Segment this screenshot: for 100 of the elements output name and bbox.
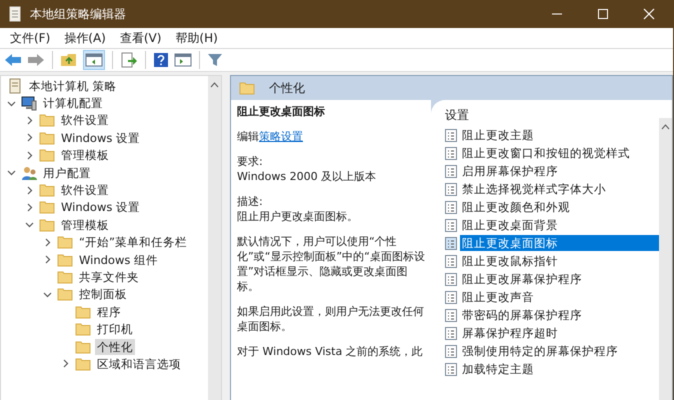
description-text: 阻止用户更改桌面图标。 bbox=[237, 209, 359, 224]
forward-arrow-icon[interactable] bbox=[27, 52, 45, 68]
policy-settings-link[interactable]: 策略设置 bbox=[259, 130, 303, 143]
chevron-down-icon[interactable] bbox=[7, 98, 16, 108]
back-arrow-icon[interactable] bbox=[4, 52, 22, 68]
chevron-right-icon[interactable] bbox=[25, 186, 34, 195]
policy-setting-icon bbox=[445, 236, 457, 250]
setting-item[interactable]: 阻止更改桌面背景 bbox=[460, 217, 659, 233]
tree-item[interactable]: 管理模板 bbox=[59, 216, 111, 233]
chevron-right-icon[interactable] bbox=[25, 116, 34, 125]
folder-icon bbox=[57, 235, 73, 250]
policy-setting-icon bbox=[445, 146, 457, 160]
setting-item[interactable]: 阻止更改主题 bbox=[460, 127, 659, 143]
policy-setting-icon bbox=[445, 218, 457, 232]
scrollbar[interactable] bbox=[659, 118, 672, 400]
menu-item[interactable]: 操作(A) bbox=[64, 30, 106, 46]
tree-item[interactable]: 管理模板 bbox=[59, 147, 111, 164]
chevron-right-icon[interactable] bbox=[61, 359, 70, 368]
folder-up-icon[interactable] bbox=[60, 52, 78, 68]
requirements-label: 要求: bbox=[237, 154, 264, 169]
chevron-down-icon[interactable] bbox=[25, 220, 34, 230]
tree-item[interactable]: 打印机 bbox=[95, 321, 135, 338]
tree-item[interactable]: “开始”菜单和任务栏 bbox=[77, 234, 189, 250]
export-list-icon[interactable] bbox=[120, 52, 138, 68]
policy-setting-icon bbox=[445, 308, 457, 322]
chevron-right-icon[interactable] bbox=[43, 238, 52, 247]
pane-toggle-icon[interactable] bbox=[174, 52, 192, 68]
tree-item[interactable]: 用户配置 bbox=[41, 164, 93, 181]
folder-icon bbox=[239, 81, 255, 95]
description-text: 对于 Windows Vista 之前的系统，此 bbox=[237, 344, 424, 359]
policy-setting-icon bbox=[445, 182, 457, 196]
tree-item[interactable]: Windows 组件 bbox=[77, 252, 160, 268]
tree-item[interactable]: 软件设置 bbox=[59, 182, 111, 198]
policy-setting-icon bbox=[445, 164, 457, 178]
folder-icon bbox=[57, 270, 73, 284]
edit-label: 编辑 bbox=[237, 130, 259, 143]
setting-item[interactable]: 禁止选择视觉样式字体大小 bbox=[460, 181, 659, 197]
tree-item[interactable]: 程序 bbox=[95, 304, 123, 320]
setting-item[interactable]: 阻止更改窗口和按钮的视觉样式 bbox=[460, 145, 659, 161]
policy-setting-icon bbox=[445, 290, 457, 304]
close-icon[interactable] bbox=[643, 8, 655, 20]
menu-item[interactable]: 文件(F) bbox=[10, 30, 50, 46]
description-text: 默认情况下，用户可以使用“个性化”或“显示控制面板”中的“桌面图标设置”对话框显示、隐藏或更改桌面图标。 bbox=[237, 234, 426, 294]
scroll-up-icon[interactable] bbox=[210, 82, 219, 88]
chevron-right-icon[interactable] bbox=[43, 255, 52, 264]
policy-setting-icon bbox=[445, 200, 457, 214]
setting-item[interactable]: 阻止更改鼠标指针 bbox=[460, 253, 659, 269]
tree-item[interactable]: 本地计算机 策略 bbox=[27, 78, 119, 94]
setting-item[interactable]: 启用屏幕保护程序 bbox=[460, 163, 659, 179]
policy-title: 阻止更改桌面图标 bbox=[237, 104, 326, 119]
setting-item[interactable]: 强制使用特定的屏幕保护程序 bbox=[460, 343, 659, 359]
folder-icon bbox=[57, 287, 73, 302]
setting-item[interactable]: 加载特定主题 bbox=[460, 361, 659, 377]
folder-icon bbox=[75, 322, 91, 336]
setting-item[interactable]: 阻止更改桌面图标 bbox=[460, 235, 659, 251]
folder-icon bbox=[39, 113, 55, 128]
tree-item[interactable]: Windows 设置 bbox=[59, 199, 142, 216]
policy-setting-icon bbox=[445, 272, 457, 286]
users-icon bbox=[21, 164, 37, 181]
policy-setting-icon bbox=[445, 326, 457, 340]
setting-item[interactable]: 屏幕保护程序超时 bbox=[460, 325, 659, 341]
setting-item[interactable]: 阻止更改屏幕保护程序 bbox=[460, 271, 659, 287]
chevron-right-icon[interactable] bbox=[25, 150, 34, 160]
window-title: 本地组策略编辑器 bbox=[30, 6, 126, 22]
policy-setting-icon bbox=[445, 128, 457, 142]
scroll-up-icon[interactable] bbox=[661, 124, 670, 130]
tree-item[interactable]: 个性化 bbox=[95, 338, 135, 355]
tree-item[interactable]: Windows 设置 bbox=[59, 130, 142, 146]
maximize-icon[interactable] bbox=[597, 8, 609, 20]
scroll-icon bbox=[7, 78, 23, 94]
policy-setting-icon bbox=[445, 344, 457, 358]
help-icon[interactable] bbox=[153, 52, 169, 68]
tree-item[interactable]: 计算机配置 bbox=[41, 95, 105, 112]
panel-title: 个性化 bbox=[269, 80, 305, 96]
tree-item[interactable]: 软件设置 bbox=[59, 112, 111, 128]
folder-icon bbox=[75, 340, 91, 354]
tree-item[interactable]: 控制面板 bbox=[77, 286, 129, 302]
setting-item[interactable]: 阻止更改颜色和外观 bbox=[460, 199, 659, 215]
chevron-down-icon[interactable] bbox=[43, 290, 52, 299]
chevron-down-icon[interactable] bbox=[7, 168, 16, 178]
folder-icon bbox=[57, 252, 73, 267]
tree-item[interactable]: 区域和语言选项 bbox=[95, 356, 183, 372]
menu-item[interactable]: 帮助(H) bbox=[175, 30, 218, 46]
tree-item[interactable]: 共享文件夹 bbox=[77, 268, 141, 285]
computer-icon bbox=[21, 95, 37, 112]
setting-item[interactable]: 阻止更改声音 bbox=[460, 289, 659, 305]
description-label: 描述: bbox=[237, 194, 264, 209]
folder-icon bbox=[39, 200, 55, 214]
chevron-right-icon[interactable] bbox=[25, 202, 34, 212]
menu-item[interactable]: 查看(V) bbox=[120, 30, 162, 46]
setting-item[interactable]: 带密码的屏幕保护程序 bbox=[460, 307, 659, 323]
tree-toggle-button[interactable] bbox=[83, 50, 105, 70]
policy-setting-icon bbox=[445, 254, 457, 268]
policy-setting-icon bbox=[445, 362, 457, 376]
column-header[interactable]: 设置 bbox=[445, 106, 659, 126]
folder-icon bbox=[75, 356, 91, 371]
chevron-right-icon[interactable] bbox=[25, 133, 34, 142]
scrollbar[interactable] bbox=[208, 76, 221, 400]
requirements-text: Windows 2000 及以上版本 bbox=[237, 169, 378, 184]
filter-icon[interactable] bbox=[207, 52, 223, 68]
